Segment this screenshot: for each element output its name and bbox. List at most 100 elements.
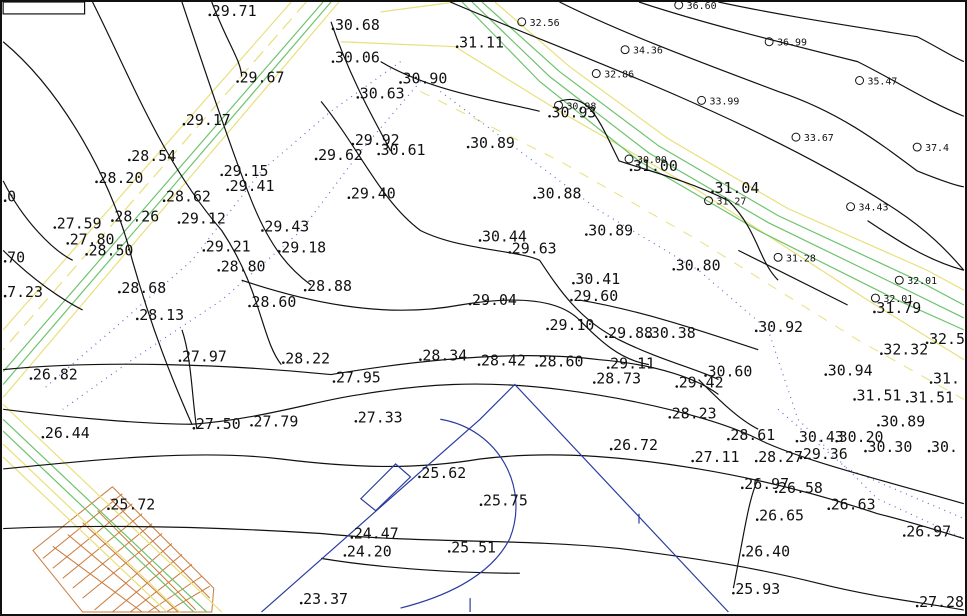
elevation-label: 30.92 xyxy=(758,318,803,336)
benchmark-label: 32.86 xyxy=(604,70,634,81)
elevation-point xyxy=(351,142,355,146)
elevation-label: 28.73 xyxy=(596,370,641,388)
elevation-label: 28.62 xyxy=(166,188,211,206)
elevation-point xyxy=(570,298,573,302)
benchmark-label: 37.4 xyxy=(925,143,949,154)
elevation-point xyxy=(704,374,707,377)
elevation-point xyxy=(905,400,909,403)
elevation-label: 28.54 xyxy=(131,147,176,165)
elevation-label: 26.58 xyxy=(778,479,823,497)
elevation-label: 28.26 xyxy=(114,208,159,226)
benchmark-circle-icon xyxy=(912,142,922,152)
elevation-point xyxy=(53,226,57,229)
elevation-point xyxy=(835,439,838,443)
elevation-point xyxy=(827,507,831,510)
elevation-label: 29.36 xyxy=(803,445,848,463)
elevation-point xyxy=(85,253,88,256)
elevation-point xyxy=(299,601,303,605)
benchmark-label: 32.01 xyxy=(907,276,937,287)
elevation-point xyxy=(795,439,799,443)
elevation-point xyxy=(3,199,7,202)
elevation-label: 32.5 xyxy=(929,330,965,348)
elevation-label: 25.51 xyxy=(451,538,496,556)
elevation-label: 26.44 xyxy=(45,424,90,442)
benchmark-circle-icon xyxy=(773,252,783,262)
elevation-label: 28.42 xyxy=(481,352,526,370)
elevation-point xyxy=(799,456,803,460)
elevation-label: 30.88 xyxy=(537,185,582,203)
elevation-point xyxy=(609,447,613,451)
elevation-label: 30. xyxy=(931,438,958,456)
elevation-label: 31.11 xyxy=(459,34,504,52)
elevation-point xyxy=(107,507,110,510)
elevation-label: 27.95 xyxy=(336,369,381,387)
elevation-label: 29.62 xyxy=(318,146,363,164)
elevation-point xyxy=(135,317,139,321)
elevation-label: 32.32 xyxy=(883,341,928,359)
boundary-rect xyxy=(2,2,86,15)
elevation-label: 25.93 xyxy=(735,580,780,598)
elevation-label: 30.89 xyxy=(588,222,633,240)
elevation-label: 30.61 xyxy=(381,141,426,159)
elevation-point xyxy=(350,536,354,539)
benchmark-markers: 32.5636.6034.3636.9932.8635.4730.98 33.99… xyxy=(517,2,949,305)
elevation-point xyxy=(178,359,182,362)
elevation-label: 30.89 xyxy=(880,412,925,430)
elevation-label: 31.51 xyxy=(857,386,902,404)
elevation-label: 26.65 xyxy=(759,507,804,525)
elevation-point xyxy=(535,364,538,367)
elevation-label: 29.41 xyxy=(230,177,275,195)
elevation-labels: 29.71 30.68 31.11 30.06 29.67 30.9030.63 30.93… xyxy=(3,2,965,611)
benchmark-circle-icon xyxy=(697,95,707,105)
elevation-point xyxy=(399,81,402,84)
elevation-point xyxy=(774,490,778,494)
elevation-label: 30.38 xyxy=(651,324,696,342)
elevation-label: 28.60 xyxy=(252,293,297,311)
elevation-label: 30.93 xyxy=(552,103,597,121)
elevation-point xyxy=(873,310,876,314)
elevation-point xyxy=(29,377,33,380)
benchmark-label: 33.67 xyxy=(804,133,834,144)
benchmark-circle-icon xyxy=(894,275,904,285)
elevation-point xyxy=(250,423,253,427)
elevation-label: 25.72 xyxy=(110,496,155,514)
elevation-point xyxy=(468,302,472,306)
elevation-label: 28.88 xyxy=(307,277,352,295)
benchmark-circle-icon xyxy=(624,154,634,164)
elevation-point xyxy=(742,554,745,557)
elevation-point xyxy=(347,196,351,200)
elevation-point xyxy=(332,380,336,383)
elevation-label: 30.63 xyxy=(360,84,405,102)
elevation-point xyxy=(824,373,828,376)
elevation-label: 31.51 xyxy=(909,388,954,406)
elevation-point xyxy=(675,385,679,388)
elevation-label: 28.20 xyxy=(99,169,144,187)
elevation-label: 0 xyxy=(7,188,16,206)
elevation-point xyxy=(478,239,482,242)
elevation-label: 29.21 xyxy=(206,237,251,255)
elevation-label: 30.89 xyxy=(470,134,515,152)
elevation-point xyxy=(741,486,744,490)
elevation-point xyxy=(455,45,459,48)
elevation-label: 26.63 xyxy=(831,496,876,514)
elevation-label: 27.33 xyxy=(358,408,403,426)
elevation-point xyxy=(66,242,70,245)
elevation-point xyxy=(419,358,422,361)
elevation-label: 7.23 xyxy=(7,283,43,301)
benchmark-label: 33.99 xyxy=(710,96,740,107)
elevation-point xyxy=(902,534,906,537)
elevation-point xyxy=(691,459,694,463)
elevation-label: 24.20 xyxy=(347,542,392,560)
elevation-point xyxy=(111,219,114,222)
elevation-point xyxy=(182,122,186,126)
elevation-label: 30.90 xyxy=(403,69,448,87)
elevation-label: 29.88 xyxy=(608,324,653,342)
elevation-label: 70 xyxy=(7,248,25,266)
elevation-label: 28.80 xyxy=(221,257,266,275)
elevation-point xyxy=(606,366,610,369)
elevation-label: 28.50 xyxy=(89,241,134,259)
benchmark-label: 34.43 xyxy=(859,203,889,214)
benchmark-label: 35.47 xyxy=(867,76,897,87)
benchmark-circle-icon xyxy=(791,132,801,142)
elevation-point xyxy=(278,250,281,253)
